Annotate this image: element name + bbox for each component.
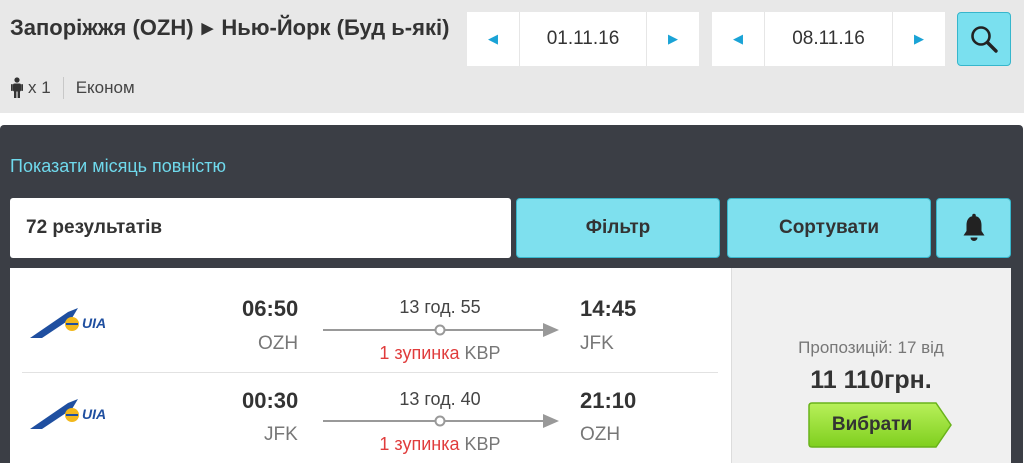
inbound-duration: 13 год. 40	[399, 389, 481, 409]
return-date-value[interactable]: 08.11.16	[764, 12, 893, 66]
airline-name: UIA	[82, 406, 107, 422]
filter-button[interactable]: Фільтр	[516, 198, 720, 258]
inbound-arrive-time: 21:10	[580, 388, 637, 413]
return-prev-day-button[interactable]: ◀	[712, 12, 764, 66]
destination-city: Нью-Йорк (Буд ь-які)	[221, 15, 450, 40]
segment-divider	[22, 372, 718, 373]
sort-button[interactable]: Сортувати	[727, 198, 931, 258]
outbound-stops: 1 зупинка KBP	[325, 343, 555, 364]
outbound-stop-count: 1 зупинка	[379, 343, 460, 363]
passenger-icon	[10, 77, 24, 99]
outbound-arrive-time: 14:45	[580, 296, 637, 321]
depart-next-day-button[interactable]: ▶	[647, 12, 699, 66]
bell-icon	[963, 213, 984, 241]
passenger-count: x 1	[28, 78, 51, 97]
show-full-month-link[interactable]: Показати місяць повністю	[10, 156, 226, 177]
return-next-day-button[interactable]: ▶	[893, 12, 945, 66]
airline-logo-inbound: UIA	[28, 397, 118, 431]
cabin-class: Економ	[75, 78, 135, 97]
return-date-picker: ◀ 08.11.16 ▶	[712, 12, 945, 66]
inbound-route-line	[323, 414, 559, 428]
inbound-stop-count: 1 зупинка	[379, 434, 460, 454]
flight-price: 11 110грн.	[810, 366, 932, 394]
outbound-depart-time: 06:50	[242, 296, 299, 321]
uia-logo-icon	[30, 308, 79, 338]
depart-prev-day-button[interactable]: ◀	[467, 12, 519, 66]
uia-logo-icon	[30, 399, 79, 429]
depart-date-value[interactable]: 01.11.16	[519, 12, 647, 66]
outbound-stop-airport: KBP	[464, 343, 501, 363]
inbound-stop-airport: KBP	[464, 434, 501, 454]
inbound-depart-airport: JFK	[264, 424, 298, 445]
divider	[62, 77, 64, 99]
search-icon	[971, 26, 998, 53]
choose-button-label: Вибрати	[831, 414, 913, 435]
route-title: Запоріжжя (OZH) ▶ Нью-Йорк (Буд ь-які)	[10, 14, 450, 44]
search-button[interactable]	[957, 12, 1011, 66]
airline-logo-outbound: UIA	[28, 306, 118, 340]
inbound-depart-time: 00:30	[242, 388, 299, 413]
inbound-arrive-airport: OZH	[580, 424, 621, 445]
offers-count: Пропозицій: 17 від	[798, 338, 944, 357]
inbound-stops: 1 зупинка KBP	[325, 434, 555, 455]
outbound-duration: 13 год. 55	[399, 297, 481, 317]
outbound-arrive-airport: JFK	[580, 333, 614, 354]
filter-button-label: Фільтр	[585, 217, 651, 238]
outbound-route-line	[323, 323, 559, 337]
outbound-depart-airport: OZH	[258, 333, 299, 354]
price-alert-button[interactable]	[936, 198, 1011, 258]
choose-flight-button[interactable]: Вибрати	[808, 402, 952, 448]
sort-button-label: Сортувати	[778, 217, 879, 238]
depart-date-picker: ◀ 01.11.16 ▶	[467, 12, 699, 66]
route-arrow-icon: ▶	[201, 20, 214, 37]
airline-name: UIA	[82, 315, 107, 331]
results-count: 72 результатів	[10, 198, 511, 258]
passenger-info: x 1 Економ	[10, 76, 135, 100]
origin-city: Запоріжжя (OZH)	[10, 15, 194, 40]
